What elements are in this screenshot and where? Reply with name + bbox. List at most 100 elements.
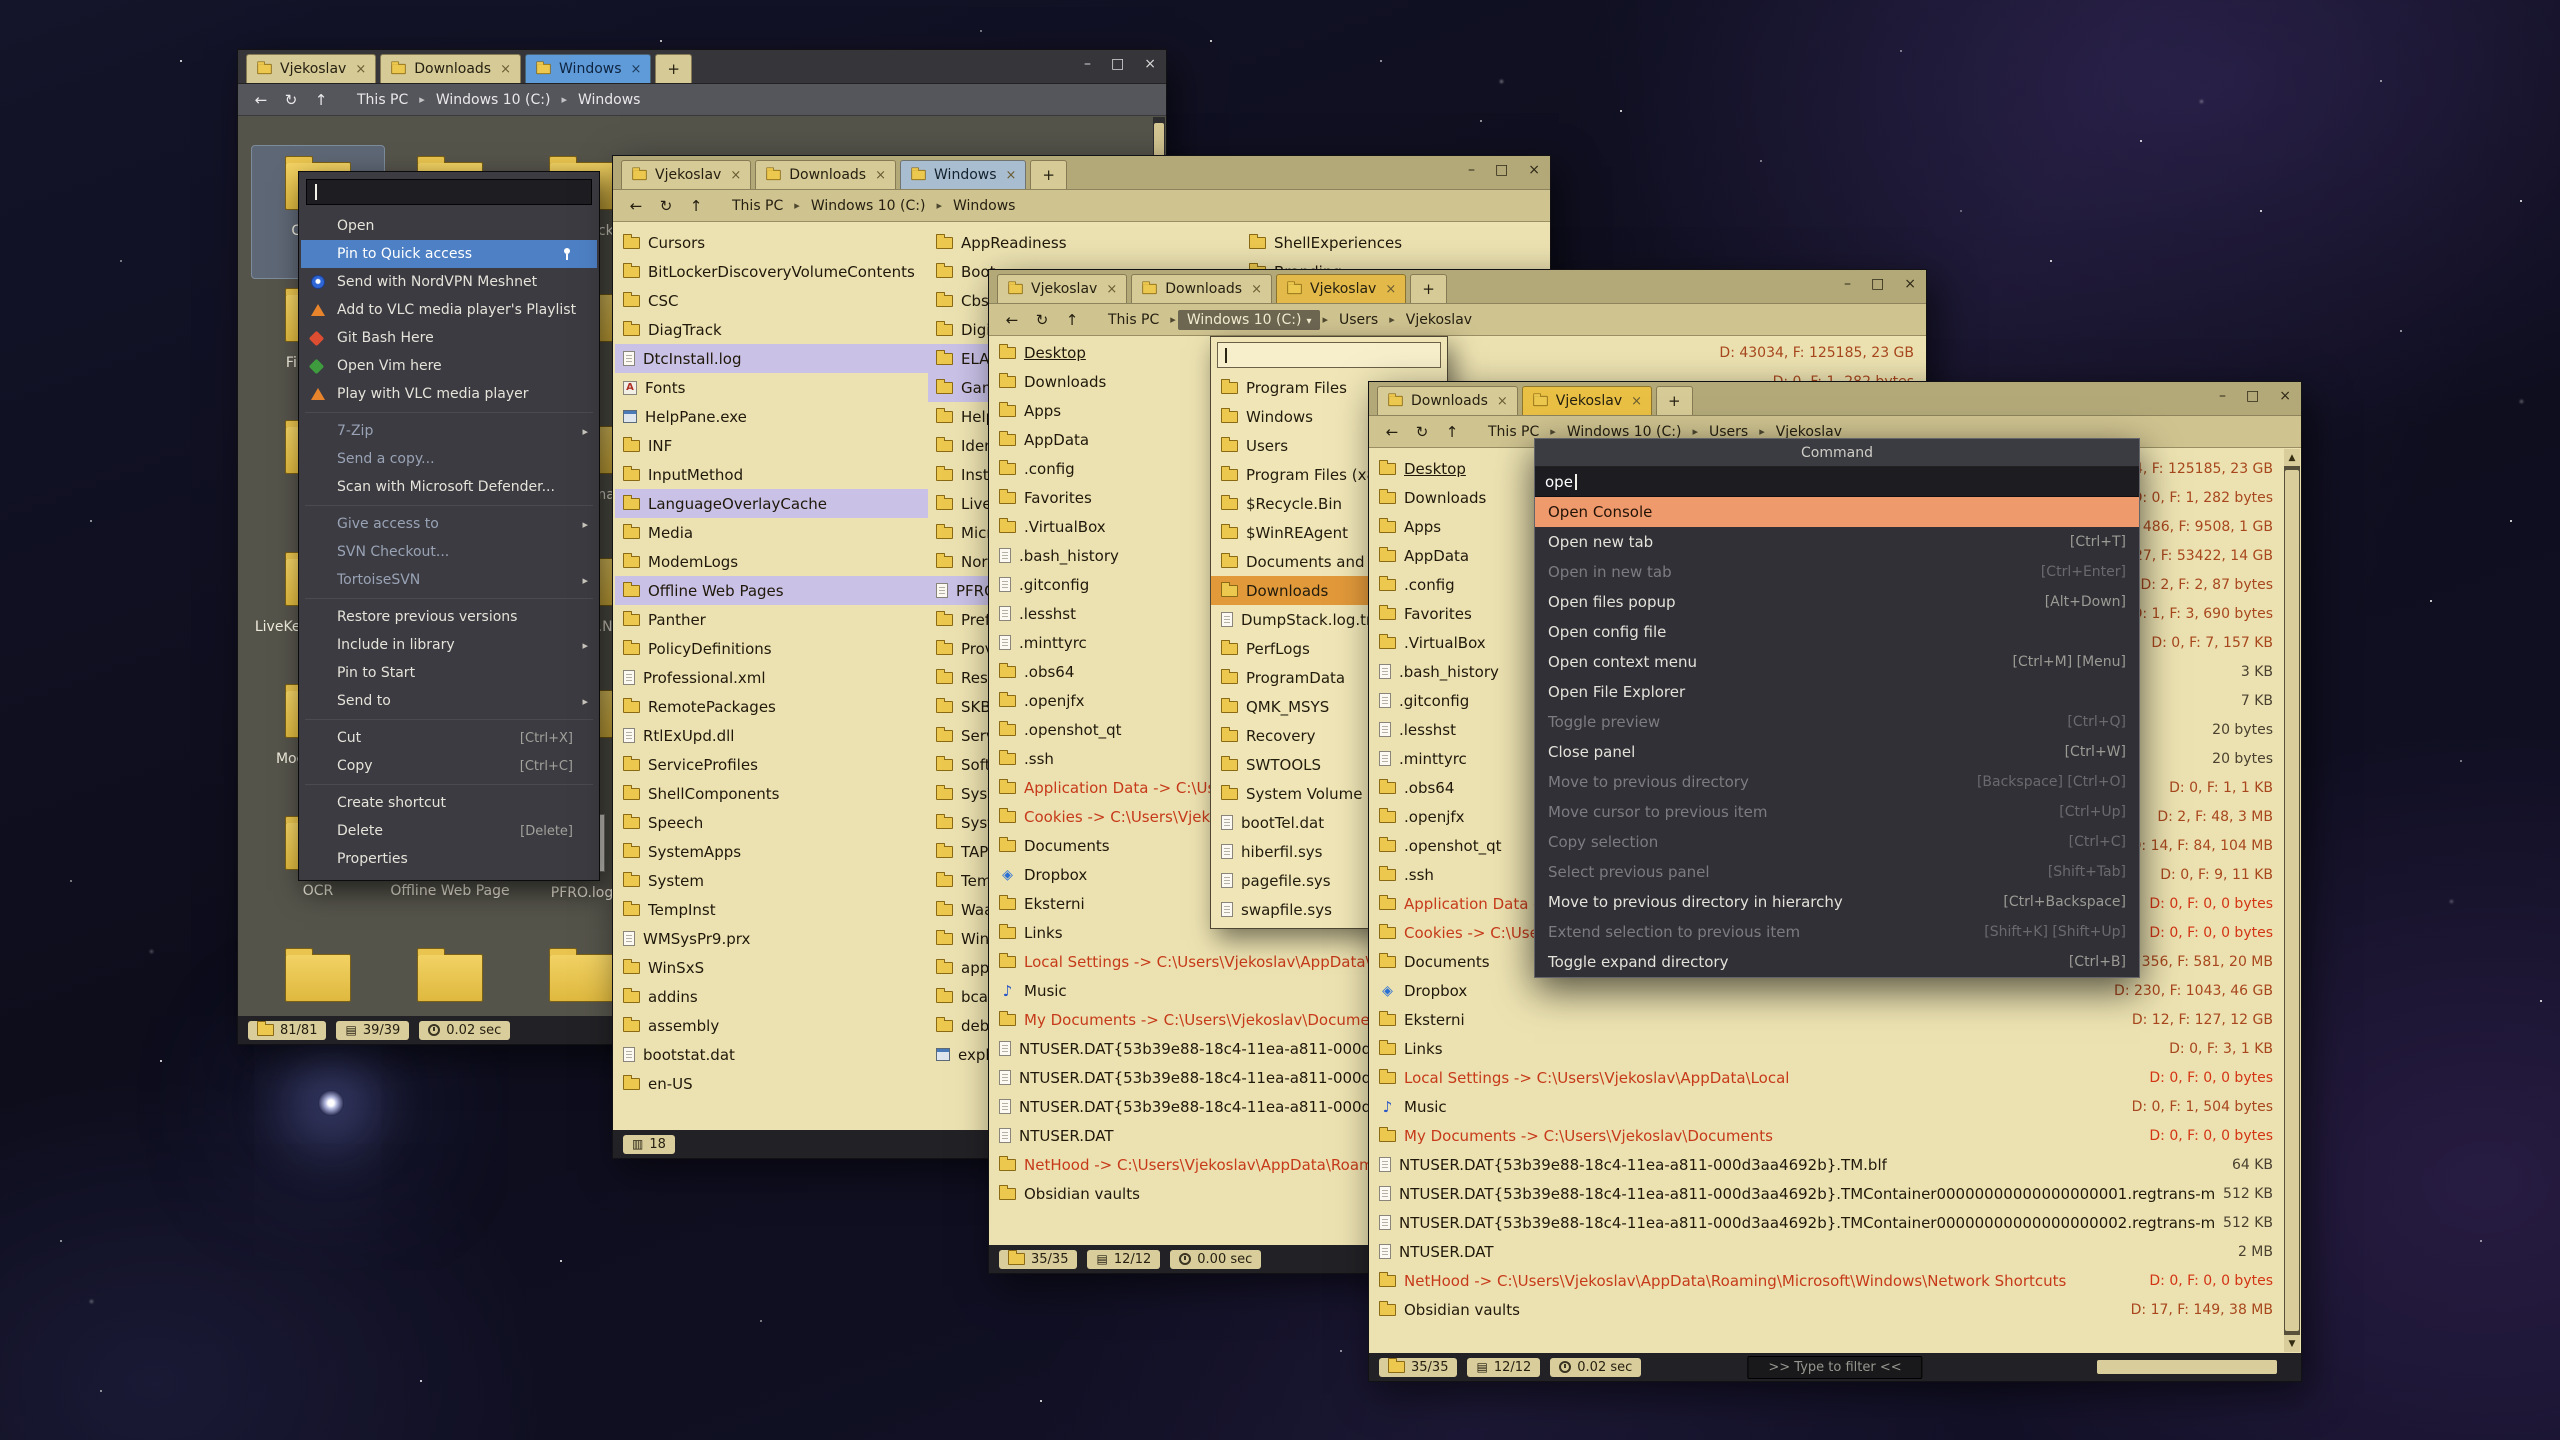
palette-item-extend-selection-to-previous-item[interactable]: Extend selection to previous item[Shift+… [1535, 917, 2139, 947]
palette-input[interactable]: ope [1535, 467, 2139, 497]
file-row-languageoverlaycache[interactable]: LanguageOverlayCache [615, 489, 928, 518]
menu-item-send-to[interactable]: Send to▸ [301, 687, 597, 715]
palette-item-open-new-tab[interactable]: Open new tab[Ctrl+T] [1535, 527, 2139, 557]
menu-item-properties[interactable]: Properties [301, 845, 597, 873]
nav-up-button[interactable]: ↑ [1059, 308, 1085, 332]
menu-item-scan-with-microsoft-defender[interactable]: Scan with Microsoft Defender... [301, 473, 597, 501]
menu-item-include-in-library[interactable]: Include in library▸ [301, 631, 597, 659]
tab-vjekoslav[interactable]: Vjekoslav× [1522, 386, 1652, 415]
file-row-assembly[interactable]: assembly [615, 1011, 928, 1040]
menu-item-pin-to-quick-access[interactable]: Pin to Quick access [301, 240, 597, 268]
file-row-ntuser-dat-53b39e88-18c4-11ea-a811-000d3[interactable]: NTUSER.DAT{53b39e88-18c4-11ea-a811-000d3… [1369, 1208, 2301, 1237]
file-row-addins[interactable]: addins [615, 982, 928, 1011]
scrollbar-thumb[interactable] [2285, 470, 2299, 1331]
tab-close-button[interactable]: × [1497, 394, 1508, 409]
palette-item-toggle-preview[interactable]: Toggle preview[Ctrl+Q] [1535, 707, 2139, 737]
file-row-ntuser-dat-53b39e88-18c4-11ea-a811-000d3[interactable]: NTUSER.DAT{53b39e88-18c4-11ea-a811-000d3… [1369, 1150, 2301, 1179]
tab-downloads[interactable]: Downloads× [1131, 274, 1272, 303]
tab-close-button[interactable]: × [875, 168, 886, 183]
tab-downloads[interactable]: Downloads× [380, 54, 521, 83]
menu-item-add-to-vlc-media-player-s-playlist[interactable]: Add to VLC media player's Playlist [301, 296, 597, 324]
menu-item-play-with-vlc-media-player[interactable]: Play with VLC media player [301, 380, 597, 408]
palette-item-open-file-explorer[interactable]: Open File Explorer [1535, 677, 2139, 707]
palette-item-close-panel[interactable]: Close panel[Ctrl+W] [1535, 737, 2139, 767]
file-row-inputmethod[interactable]: InputMethod [615, 460, 928, 489]
file-row-inf[interactable]: INF [615, 431, 928, 460]
file-row-nethood-c-users-vjekoslav-appdata-roamin[interactable]: NetHood -> C:\Users\Vjekoslav\AppData\Ro… [1369, 1266, 2301, 1295]
window-maximize-button[interactable]: □ [2246, 388, 2259, 404]
file-row-policydefinitions[interactable]: PolicyDefinitions [615, 634, 928, 663]
window-close-button[interactable]: × [2279, 388, 2291, 404]
tab-close-button[interactable]: × [1006, 168, 1017, 183]
menu-item-git-bash-here[interactable]: Git Bash Here [301, 324, 597, 352]
palette-item-open-console[interactable]: Open Console [1535, 497, 2139, 527]
palette-item-select-previous-panel[interactable]: Select previous panel[Shift+Tab] [1535, 857, 2139, 887]
nav-back-button[interactable]: ← [999, 308, 1025, 332]
breadcrumb-windows[interactable]: Windows [569, 90, 650, 110]
window-minimize-button[interactable]: – [1084, 56, 1091, 72]
file-row-rtlexupd-dll[interactable]: RtlExUpd.dll [615, 721, 928, 750]
tab-close-button[interactable]: × [355, 62, 366, 77]
menu-item-copy[interactable]: Copy[Ctrl+C] [301, 752, 597, 780]
file-row-csc[interactable]: CSC [615, 286, 928, 315]
nav-up-button[interactable]: ↑ [308, 88, 334, 112]
tab-downloads[interactable]: Downloads× [1377, 386, 1518, 415]
file-row-professional-xml[interactable]: Professional.xml [615, 663, 928, 692]
tab-close-button[interactable]: × [730, 168, 741, 183]
file-row-music[interactable]: ♪MusicD: 0, F: 1, 504 bytes [1369, 1092, 2301, 1121]
tab-close-button[interactable]: × [1251, 282, 1262, 297]
palette-item-open-files-popup[interactable]: Open files popup[Alt+Down] [1535, 587, 2139, 617]
palette-item-toggle-expand-directory[interactable]: Toggle expand directory[Ctrl+B] [1535, 947, 2139, 977]
tab-close-button[interactable]: × [1106, 282, 1117, 297]
scroll-up-button[interactable]: ▲ [2284, 449, 2300, 466]
file-row-en-us[interactable]: en-US [615, 1069, 928, 1098]
menu-item-create-shortcut[interactable]: Create shortcut [301, 789, 597, 817]
file-row-remotepackages[interactable]: RemotePackages [615, 692, 928, 721]
menu-item-cut[interactable]: Cut[Ctrl+X] [301, 724, 597, 752]
file-row-appreadiness[interactable]: AppReadiness [928, 228, 1241, 257]
tab-downloads[interactable]: Downloads× [755, 160, 896, 189]
window-close-button[interactable]: × [1904, 276, 1916, 292]
breadcrumb-windows[interactable]: Windows [944, 196, 1025, 216]
breadcrumb-this-pc[interactable]: This PC [1099, 310, 1168, 330]
file-row-bitlockerdiscoveryvolumecontents[interactable]: BitLockerDiscoveryVolumeContents [615, 257, 928, 286]
window-minimize-button[interactable]: – [1468, 162, 1475, 178]
menu-item-svn-checkout[interactable]: SVN Checkout... [301, 538, 597, 566]
tab-close-button[interactable]: × [1385, 282, 1396, 297]
new-tab-button[interactable]: + [1410, 274, 1447, 303]
file-row-helppane-exe[interactable]: HelpPane.exe [615, 402, 928, 431]
new-tab-button[interactable]: + [1656, 386, 1693, 415]
scrollbar[interactable]: ▲ ▼ [2284, 449, 2300, 1352]
palette-item-move-to-previous-directory[interactable]: Move to previous directory[Backspace] [C… [1535, 767, 2139, 797]
menu-item-give-access-to[interactable]: Give access to▸ [301, 510, 597, 538]
file-row-bootstat-dat[interactable]: bootstat.dat [615, 1040, 928, 1069]
tab-windows[interactable]: Windows× [900, 160, 1026, 189]
menu-item-7-zip[interactable]: 7-Zip▸ [301, 417, 597, 445]
nav-refresh-button[interactable]: ↻ [1029, 308, 1055, 332]
grid-item-policydefinitions[interactable]: PolicyDefinitions [252, 938, 384, 1016]
file-row-obsidian-vaults[interactable]: Obsidian vaultsD: 17, F: 149, 38 MB [1369, 1295, 2301, 1324]
nav-refresh-button[interactable]: ↻ [1409, 420, 1435, 444]
file-row-links[interactable]: LinksD: 0, F: 3, 1 KB [1369, 1034, 2301, 1063]
nav-back-button[interactable]: ← [623, 194, 649, 218]
file-row-dropbox[interactable]: ◈DropboxD: 230, F: 1043, 46 GB [1369, 976, 2301, 1005]
file-row-system[interactable]: System [615, 866, 928, 895]
breadcrumb-users[interactable]: Users [1330, 310, 1387, 330]
tab-close-button[interactable]: × [631, 62, 642, 77]
file-row-systemapps[interactable]: SystemApps [615, 837, 928, 866]
scroll-down-button[interactable]: ▼ [2284, 1335, 2300, 1352]
file-row-shellcomponents[interactable]: ShellComponents [615, 779, 928, 808]
file-row-cursors[interactable]: Cursors [615, 228, 928, 257]
filter-input[interactable]: >> Type to filter << [1747, 1356, 1922, 1379]
palette-item-open-in-new-tab[interactable]: Open in new tab[Ctrl+Enter] [1535, 557, 2139, 587]
window-close-button[interactable]: × [1528, 162, 1540, 178]
tab-vjekoslav[interactable]: Vjekoslav× [246, 54, 376, 83]
window-maximize-button[interactable]: □ [1111, 56, 1124, 72]
breadcrumb-windows-10-c[interactable]: Windows 10 (C:) [802, 196, 935, 216]
file-row-modemlogs[interactable]: ModemLogs [615, 547, 928, 576]
menu-item-send-a-copy[interactable]: Send a copy... [301, 445, 597, 473]
window-maximize-button[interactable]: □ [1495, 162, 1508, 178]
menu-item-pin-to-start[interactable]: Pin to Start [301, 659, 597, 687]
window-close-button[interactable]: × [1144, 56, 1156, 72]
nav-refresh-button[interactable]: ↻ [278, 88, 304, 112]
